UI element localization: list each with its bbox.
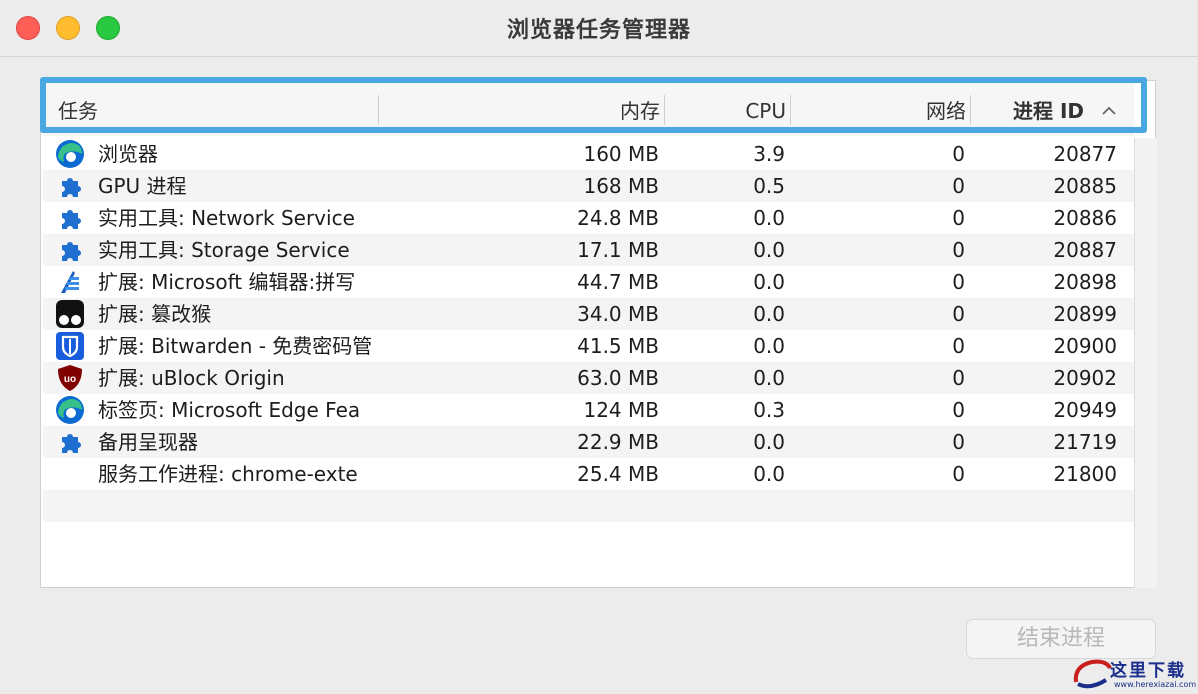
cpu-value: 0.0 [753, 270, 785, 294]
process-id: 20886 [1053, 206, 1117, 230]
process-id: 20902 [1053, 366, 1117, 390]
network-value: 0 [952, 462, 965, 486]
watermark-logo: 这里下载 www.herexiazai.com [1070, 654, 1198, 694]
editor-icon [53, 266, 87, 298]
network-value: 0 [952, 302, 965, 326]
cpu-value: 0.0 [753, 334, 785, 358]
task-name: GPU 进程 [98, 174, 187, 198]
column-header-memory[interactable]: 内存 [380, 97, 660, 125]
task-name: 扩展: 篡改猴 [98, 302, 212, 326]
process-id: 20898 [1053, 270, 1117, 294]
table-row[interactable]: 扩展: 篡改猴 34.0 MB 0.0 0 20899 [43, 298, 1134, 330]
cpu-value: 0.0 [753, 366, 785, 390]
memory-value: 168 MB [583, 174, 659, 198]
task-name: 备用呈现器 [98, 430, 198, 454]
process-id: 20899 [1053, 302, 1117, 326]
edge-icon [53, 394, 87, 426]
memory-value: 25.4 MB [577, 462, 659, 486]
task-name: 服务工作进程: chrome-exte [98, 462, 358, 486]
table-row[interactable]: uo 扩展: uBlock Origin 63.0 MB 0.0 0 20902 [43, 362, 1134, 394]
network-value: 0 [952, 334, 965, 358]
cpu-value: 0.0 [753, 462, 785, 486]
task-name: 标签页: Microsoft Edge Fea [98, 398, 361, 422]
memory-value: 44.7 MB [577, 270, 659, 294]
process-id: 20885 [1053, 174, 1117, 198]
process-id: 20887 [1053, 238, 1117, 262]
memory-value: 124 MB [583, 398, 659, 422]
empty-row [43, 490, 1134, 522]
task-name: 扩展: Microsoft 编辑器:拼写 [98, 270, 356, 294]
network-value: 0 [952, 398, 965, 422]
task-list: 浏览器 160 MB 3.9 0 20877 GPU 进程 168 MB 0.5 0 20885 实… [43, 138, 1134, 554]
network-value: 0 [952, 238, 965, 262]
bitwarden-icon [53, 330, 87, 362]
empty-row [43, 522, 1134, 554]
watermark-subtext: www.herexiazai.com [1114, 680, 1197, 689]
network-value: 0 [952, 366, 965, 390]
column-header-network[interactable]: 网络 [792, 97, 966, 125]
process-id: 20877 [1053, 142, 1117, 166]
column-divider[interactable] [664, 95, 665, 125]
network-value: 0 [952, 142, 965, 166]
watermark-text: 这里下载 [1110, 661, 1186, 681]
title-bar: 浏览器任务管理器 [0, 0, 1198, 57]
memory-value: 17.1 MB [577, 238, 659, 262]
task-name: 实用工具: Storage Service [98, 238, 350, 262]
column-header-pid[interactable]: 进程 ID [972, 97, 1084, 125]
puzzle-icon [53, 426, 87, 458]
vertical-scrollbar[interactable] [1134, 138, 1157, 588]
network-value: 0 [952, 270, 965, 294]
task-name: 实用工具: Network Service [98, 206, 355, 230]
task-name: 扩展: Bitwarden - 免费密码管 [98, 334, 373, 358]
process-id: 21719 [1053, 430, 1117, 454]
cpu-value: 0.5 [753, 174, 785, 198]
memory-value: 63.0 MB [577, 366, 659, 390]
column-divider[interactable] [790, 95, 791, 125]
table-row[interactable]: 浏览器 160 MB 3.9 0 20877 [43, 138, 1134, 170]
process-id: 21800 [1053, 462, 1117, 486]
table-row[interactable]: 实用工具: Storage Service 17.1 MB 0.0 0 20887 [43, 234, 1134, 266]
puzzle-icon [53, 202, 87, 234]
window-title: 浏览器任务管理器 [506, 18, 691, 43]
cpu-value: 0.3 [753, 398, 785, 422]
cpu-value: 3.9 [753, 142, 785, 166]
column-header-cpu[interactable]: CPU [666, 97, 786, 125]
svg-text:uo: uo [64, 374, 76, 385]
network-value: 0 [952, 174, 965, 198]
cpu-value: 0.0 [753, 206, 785, 230]
memory-value: 22.9 MB [577, 430, 659, 454]
task-name: 浏览器 [98, 142, 158, 166]
table-row[interactable]: GPU 进程 168 MB 0.5 0 20885 [43, 170, 1134, 202]
network-value: 0 [952, 430, 965, 454]
column-divider[interactable] [970, 95, 971, 125]
end-process-button[interactable]: 结束进程 [966, 619, 1156, 659]
sort-ascending-icon[interactable] [1100, 97, 1118, 125]
ublock-icon: uo [53, 362, 87, 394]
memory-value: 24.8 MB [577, 206, 659, 230]
process-id: 20949 [1053, 398, 1117, 422]
table-row[interactable]: 服务工作进程: chrome-exte 25.4 MB 0.0 0 21800 [43, 458, 1134, 490]
table-row[interactable]: 扩展: Bitwarden - 免费密码管 41.5 MB 0.0 0 20900 [43, 330, 1134, 362]
puzzle-icon [53, 234, 87, 266]
column-divider[interactable] [378, 95, 379, 125]
cpu-value: 0.0 [753, 238, 785, 262]
column-header-task[interactable]: 任务 [58, 97, 98, 125]
puzzle-icon [53, 170, 87, 202]
cpu-value: 0.0 [753, 430, 785, 454]
network-value: 0 [952, 206, 965, 230]
table-row[interactable]: 备用呈现器 22.9 MB 0.0 0 21719 [43, 426, 1134, 458]
table-row[interactable]: 标签页: Microsoft Edge Fea 124 MB 0.3 0 20949 [43, 394, 1134, 426]
memory-value: 34.0 MB [577, 302, 659, 326]
edge-icon [53, 138, 87, 170]
blank-icon [53, 458, 87, 490]
task-name: 扩展: uBlock Origin [98, 366, 285, 390]
memory-value: 160 MB [583, 142, 659, 166]
process-id: 20900 [1053, 334, 1117, 358]
memory-value: 41.5 MB [577, 334, 659, 358]
table-row[interactable]: 扩展: Microsoft 编辑器:拼写 44.7 MB 0.0 0 20898 [43, 266, 1134, 298]
table-row[interactable]: 实用工具: Network Service 24.8 MB 0.0 0 20886 [43, 202, 1134, 234]
cpu-value: 0.0 [753, 302, 785, 326]
tampermonkey-icon [53, 298, 87, 330]
